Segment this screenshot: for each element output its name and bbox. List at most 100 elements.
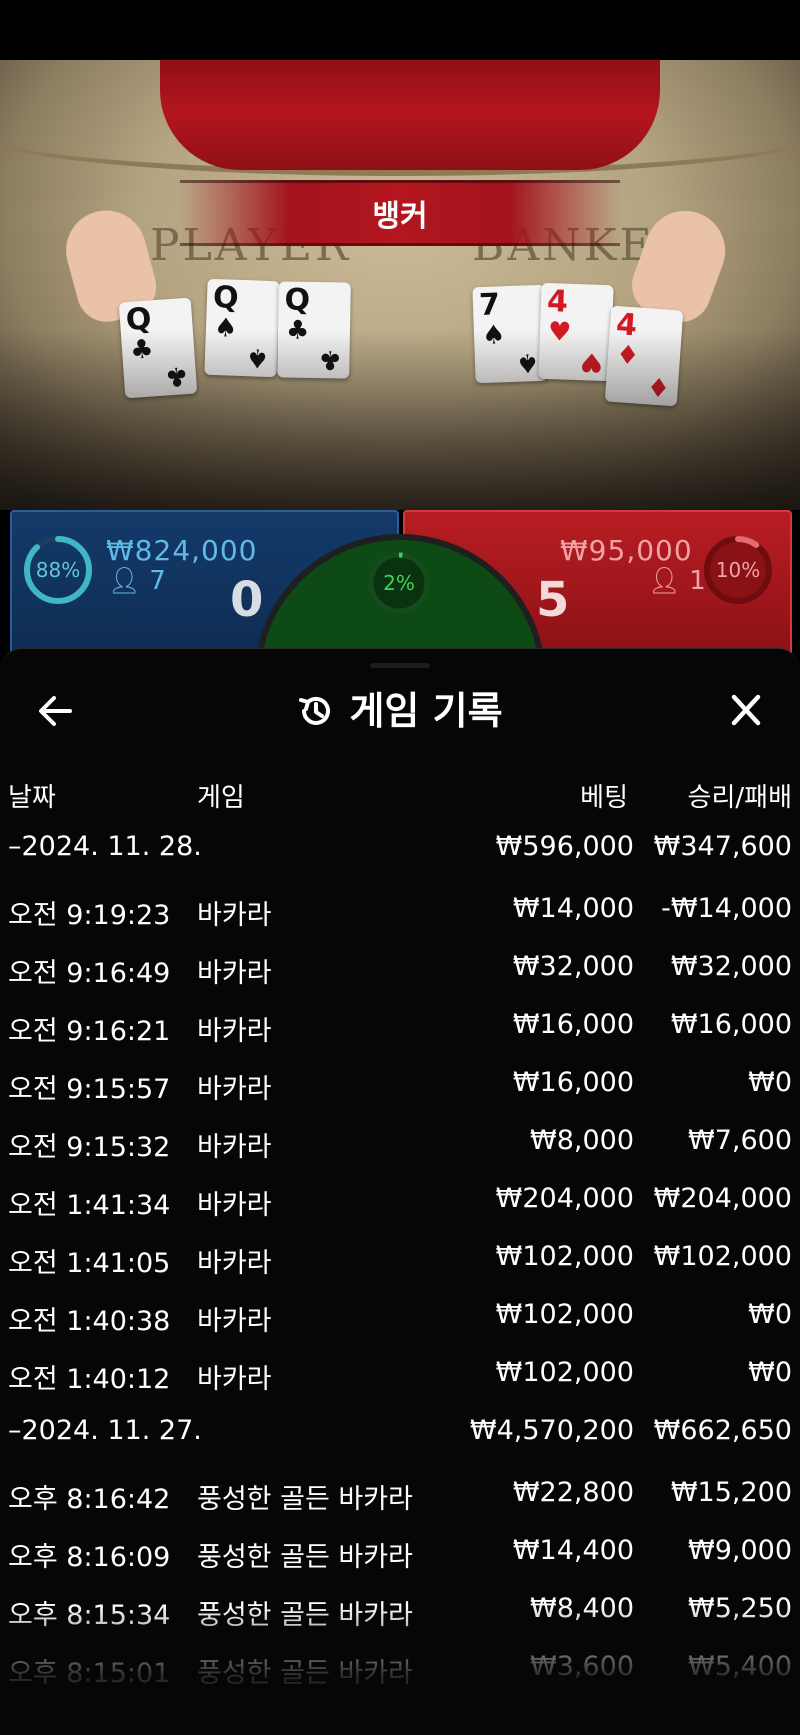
dealer-figure [160,60,660,170]
row-game: 바카라 [197,958,272,989]
history-row[interactable]: 오후 8:15:01 풍성한 골든 바카라 ₩3,600 ₩5,400 [0,1641,800,1699]
row-bet: ₩32,000 [512,951,634,982]
game-history-sheet: 게임 기록 날짜 게임 베팅 승리/패배 –2024. 11. 28. ₩596,… [0,648,800,1735]
row-bet: ₩14,000 [512,893,634,924]
tie-percent: 2% [383,571,415,595]
row-result: ₩0 [748,1357,792,1388]
row-result: ₩32,000 [670,951,792,982]
player-score: 0 [230,572,264,628]
row-time: 오전 9:15:57 [8,1074,171,1105]
row-result: ₩0 [748,1067,792,1098]
row-time: 오전 9:15:32 [8,1132,171,1163]
row-time: 오전 9:16:49 [8,958,171,989]
row-game: 바카라 [197,1132,272,1163]
player-percent: 88% [35,558,81,582]
row-result: ₩0 [748,1299,792,1330]
history-row[interactable]: 오전 9:15:57 바카라 ₩16,000 ₩0 [0,1057,800,1115]
card-rank: 4 [546,283,569,320]
card-rank: 7 [478,287,501,324]
row-game: 바카라 [197,1190,272,1221]
history-row[interactable]: 오전 1:41:34 바카라 ₩204,000 ₩204,000 [0,1173,800,1231]
card-rank: Q [284,282,311,318]
close-button[interactable] [720,689,772,733]
history-row[interactable]: 오전 9:16:21 바카라 ₩16,000 ₩16,000 [0,999,800,1057]
card-rank: Q [212,279,240,316]
row-time: 오전 9:19:23 [8,900,171,931]
row-bet: ₩16,000 [512,1009,634,1040]
group-total-result: ₩347,600 [653,831,792,862]
banker-bet-amount: ₩95,000 [560,534,693,567]
row-game: 바카라 [197,900,272,931]
history-row[interactable]: 오후 8:16:09 풍성한 골든 바카라 ₩14,400 ₩9,000 [0,1525,800,1583]
column-bet: 베팅 [580,783,628,813]
row-bet: ₩8,400 [530,1593,634,1624]
row-game: 바카라 [197,1016,272,1047]
row-game: 풍성한 골든 바카라 [197,1600,413,1631]
row-game: 풍성한 골든 바카라 [197,1658,413,1689]
row-result: ₩5,250 [688,1593,792,1624]
history-icon [299,696,331,725]
sheet-title: 게임 기록 [0,687,800,735]
row-time: 오후 8:15:01 [8,1658,171,1689]
row-bet: ₩8,000 [530,1125,634,1156]
row-bet: ₩102,000 [495,1299,634,1330]
row-bet: ₩22,800 [512,1477,634,1508]
banker-score: 5 [536,572,570,628]
person-icon: 👤︎ [108,566,142,596]
bet-stats-panel: 88% ₩824,000 👤︎ 7 0 2% ₩95,000 👤︎ 1 5 10… [0,506,800,826]
history-row[interactable]: 오전 9:15:32 바카라 ₩8,000 ₩7,600 [0,1115,800,1173]
group-date: –2024. 11. 28. [8,831,202,862]
history-row[interactable]: 오전 1:41:05 바카라 ₩102,000 ₩102,000 [0,1231,800,1289]
banker-players-count: 👤︎ 1 [648,566,706,596]
row-bet: ₩3,600 [530,1651,634,1682]
history-row[interactable]: 오후 8:15:34 풍성한 골든 바카라 ₩8,400 ₩5,250 [0,1583,800,1641]
row-time: 오후 8:15:34 [8,1600,171,1631]
history-row[interactable]: 오전 1:40:12 바카라 ₩102,000 ₩0 [0,1347,800,1405]
row-time: 오전 1:41:34 [8,1190,171,1221]
row-bet: ₩14,400 [512,1535,634,1566]
row-time: 오후 8:16:09 [8,1542,171,1573]
row-game: 바카라 [197,1306,272,1337]
player-players-count: 👤︎ 7 [108,566,166,596]
row-time: 오전 1:41:05 [8,1248,171,1279]
sheet-title-text: 게임 기록 [349,689,503,733]
row-time: 오전 9:16:21 [8,1016,171,1047]
row-result: ₩5,400 [688,1651,792,1682]
row-result: ₩16,000 [670,1009,792,1040]
row-bet: ₩16,000 [512,1067,634,1098]
row-bet: ₩102,000 [495,1357,634,1388]
row-game: 바카라 [197,1364,272,1395]
row-game: 바카라 [197,1074,272,1105]
history-row[interactable]: 오전 1:40:38 바카라 ₩102,000 ₩0 [0,1289,800,1347]
row-result: ₩102,000 [653,1241,792,1272]
row-result: -₩14,000 [661,893,792,924]
row-bet: ₩102,000 [495,1241,634,1272]
row-result: ₩9,000 [688,1535,792,1566]
column-result: 승리/패배 [687,783,792,813]
row-time: 오후 8:16:42 [8,1484,171,1515]
row-time: 오전 1:40:38 [8,1306,171,1337]
scene-shade [0,330,800,510]
person-icon: 👤︎ [648,566,682,596]
player-bet-amount: ₩824,000 [106,534,258,567]
history-row[interactable]: 오후 8:16:42 풍성한 골든 바카라 ₩22,800 ₩15,200 [0,1467,800,1525]
history-list: –2024. 11. 28. ₩596,000 ₩347,600 오전 9:19:23… [0,821,800,1699]
group-total-bet: ₩4,570,200 [469,1415,634,1446]
history-column-headers: 날짜 게임 베팅 승리/패배 [0,777,800,817]
row-result: ₩7,600 [688,1125,792,1156]
live-video-feed: PLAYER BANKER 뱅커 Q♣♣Q♠♠Q♣♣ 7♠♠4♥♥4♦♦ [0,60,800,510]
close-icon [731,694,761,726]
round-result-banner: 뱅커 [180,180,620,246]
date-group-header[interactable]: –2024. 11. 27. ₩4,570,200 ₩662,650 [0,1405,800,1467]
row-game: 바카라 [197,1248,272,1279]
group-total-bet: ₩596,000 [495,831,634,862]
date-group-header[interactable]: –2024. 11. 28. ₩596,000 ₩347,600 [0,821,800,883]
history-row[interactable]: 오전 9:16:49 바카라 ₩32,000 ₩32,000 [0,941,800,999]
column-date: 날짜 [8,783,56,813]
row-result: ₩15,200 [670,1477,792,1508]
history-row[interactable]: 오전 9:19:23 바카라 ₩14,000 -₩14,000 [0,883,800,941]
group-date: –2024. 11. 27. [8,1415,202,1446]
status-bar [0,0,800,60]
sheet-header: 게임 기록 [0,649,800,769]
row-game: 풍성한 골든 바카라 [197,1484,413,1515]
